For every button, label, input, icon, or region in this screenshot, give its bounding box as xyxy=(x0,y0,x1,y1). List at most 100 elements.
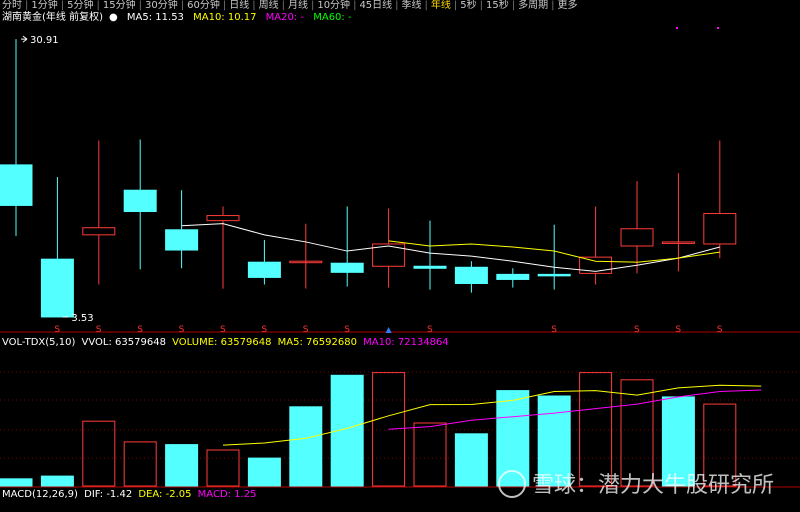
vvol-value: VVOL: 63579648 xyxy=(81,337,166,348)
signal-marker: S xyxy=(179,325,185,335)
candle-body xyxy=(496,273,530,280)
period-tab[interactable]: 多周期 xyxy=(516,0,550,11)
volume-bar[interactable] xyxy=(454,433,488,487)
volume-bar[interactable] xyxy=(82,420,116,487)
candle[interactable] xyxy=(123,139,157,270)
volume-legend: VOL-TDX(5,10) VVOL: 63579648 VOLUME: 635… xyxy=(2,337,455,349)
candle-body xyxy=(703,213,737,245)
signal-marker: S xyxy=(303,325,309,335)
candle-body xyxy=(413,265,447,269)
candle[interactable] xyxy=(206,206,240,289)
candle-body xyxy=(206,215,240,222)
ma10-value: MA10: 10.17 xyxy=(193,12,257,23)
signal-marker: S xyxy=(675,325,681,335)
candle[interactable] xyxy=(40,177,74,318)
candle-body xyxy=(620,228,654,247)
period-tab[interactable]: 15分钟 xyxy=(101,0,138,11)
dea-value: DEA: -2.05 xyxy=(138,489,192,500)
volume-bar[interactable] xyxy=(165,444,199,487)
candle-body xyxy=(82,227,116,236)
period-tab[interactable]: 10分钟 xyxy=(315,0,352,11)
vol-ma5-value: MA5: 76592680 xyxy=(277,337,357,348)
candle[interactable] xyxy=(289,223,323,289)
period-tab[interactable]: 日线 xyxy=(227,0,251,11)
candle-body xyxy=(123,189,157,213)
high-price-label: 30.91 xyxy=(30,35,59,46)
candle[interactable] xyxy=(330,206,364,287)
volume-bar[interactable] xyxy=(206,449,240,487)
candle-body xyxy=(165,229,199,251)
signal-marker: S xyxy=(96,325,102,335)
macd-indicator-name[interactable]: MACD(12,26,9) xyxy=(2,489,78,500)
period-tab[interactable]: 30分钟 xyxy=(143,0,180,11)
volume-bar[interactable] xyxy=(0,478,33,487)
dif-value: DIF: -1.42 xyxy=(84,489,133,500)
period-toolbar: 分时 | 1分钟 | 5分钟 | 15分钟 | 30分钟 | 60分钟 | 日线 | 周线 | 月线 | 10分钟 |… xyxy=(0,0,800,11)
signal-marker: S xyxy=(344,325,350,335)
ma5-value: MA5: 11.53 xyxy=(126,12,184,23)
signal-marker: S xyxy=(261,325,267,335)
candle[interactable] xyxy=(496,268,530,288)
volume-bar[interactable] xyxy=(247,457,281,487)
period-tab[interactable]: 分时 xyxy=(0,0,24,11)
watermark: 雪球：潜力大牛股研究所 xyxy=(497,467,774,500)
candle[interactable] xyxy=(703,140,737,259)
period-tab[interactable]: 周线 xyxy=(257,0,281,11)
macd-value: MACD: 1.25 xyxy=(197,489,257,500)
period-tab[interactable]: 1分钟 xyxy=(29,0,59,11)
volume-bar[interactable] xyxy=(40,475,74,487)
high-arrow-icon xyxy=(21,35,28,43)
watermark-text: 雪球：潜力大牛股研究所 xyxy=(531,473,774,498)
ma60-value: MA60: - xyxy=(313,12,352,23)
candle[interactable] xyxy=(620,181,654,274)
signal-marker: S xyxy=(427,325,433,335)
signal-marker: S xyxy=(717,325,723,335)
candlesticks[interactable] xyxy=(0,39,737,318)
candle-body xyxy=(0,164,33,206)
volume-bar[interactable] xyxy=(123,441,157,487)
period-tab[interactable]: 60分钟 xyxy=(185,0,222,11)
low-price-label: 3.53 xyxy=(71,313,93,324)
period-tab[interactable]: 月线 xyxy=(286,0,310,11)
period-tab[interactable]: 5秒 xyxy=(458,0,478,11)
snowball-logo-icon xyxy=(497,470,526,498)
candle[interactable] xyxy=(82,140,116,285)
candle[interactable] xyxy=(579,206,613,285)
candle[interactable] xyxy=(413,220,447,290)
volume-indicator-name[interactable]: VOL-TDX(5,10) xyxy=(2,337,75,348)
vol-ma10-value: MA10: 72134864 xyxy=(363,337,449,348)
period-tab[interactable]: 15秒 xyxy=(484,0,511,11)
signal-marker: S xyxy=(54,325,60,335)
macd-legend: MACD(12,26,9) DIF: -1.42 DEA: -2.05 MACD… xyxy=(2,489,262,501)
period-tab[interactable]: 45日线 xyxy=(357,0,394,11)
period-tab[interactable]: 5分钟 xyxy=(65,0,95,11)
signal-marker: S xyxy=(137,325,143,335)
volume-bar[interactable] xyxy=(289,406,323,487)
candle[interactable] xyxy=(0,39,33,236)
candle[interactable] xyxy=(247,239,281,285)
volume-bar[interactable] xyxy=(413,422,447,487)
signal-marker: S xyxy=(634,325,640,335)
candle-body xyxy=(247,261,281,278)
candle[interactable] xyxy=(454,261,488,293)
kline-chart[interactable]: SSSSSSSSSSSSSS 30.91 3.53 xyxy=(0,0,800,512)
candle[interactable] xyxy=(165,190,199,269)
candle-body xyxy=(537,273,571,277)
ma20-value: MA20: - xyxy=(265,12,305,23)
signal-markers: SSSSSSSSSSSSSS xyxy=(54,27,723,335)
volume-value: VOLUME: 63579648 xyxy=(172,337,272,348)
candle-body xyxy=(454,266,488,284)
candle-body xyxy=(330,262,364,273)
period-tab[interactable]: 季线 xyxy=(400,0,424,11)
candle-body xyxy=(40,258,74,318)
period-tab[interactable]: 更多 xyxy=(556,0,580,11)
instrument-title[interactable]: 湖南黄金(年线 前复权) xyxy=(2,12,103,23)
signal-marker: S xyxy=(551,325,557,335)
legend-menu-icon[interactable]: ● xyxy=(109,12,118,23)
signal-marker: S xyxy=(220,325,226,335)
period-tab[interactable]: 年线 xyxy=(429,0,453,11)
candle[interactable] xyxy=(537,224,571,290)
kline-legend: 湖南黄金(年线 前复权) ● MA5: 11.53 MA10: 10.17 MA2… xyxy=(2,12,358,24)
top-marker-dot xyxy=(676,27,678,29)
top-marker-dot xyxy=(717,27,719,29)
